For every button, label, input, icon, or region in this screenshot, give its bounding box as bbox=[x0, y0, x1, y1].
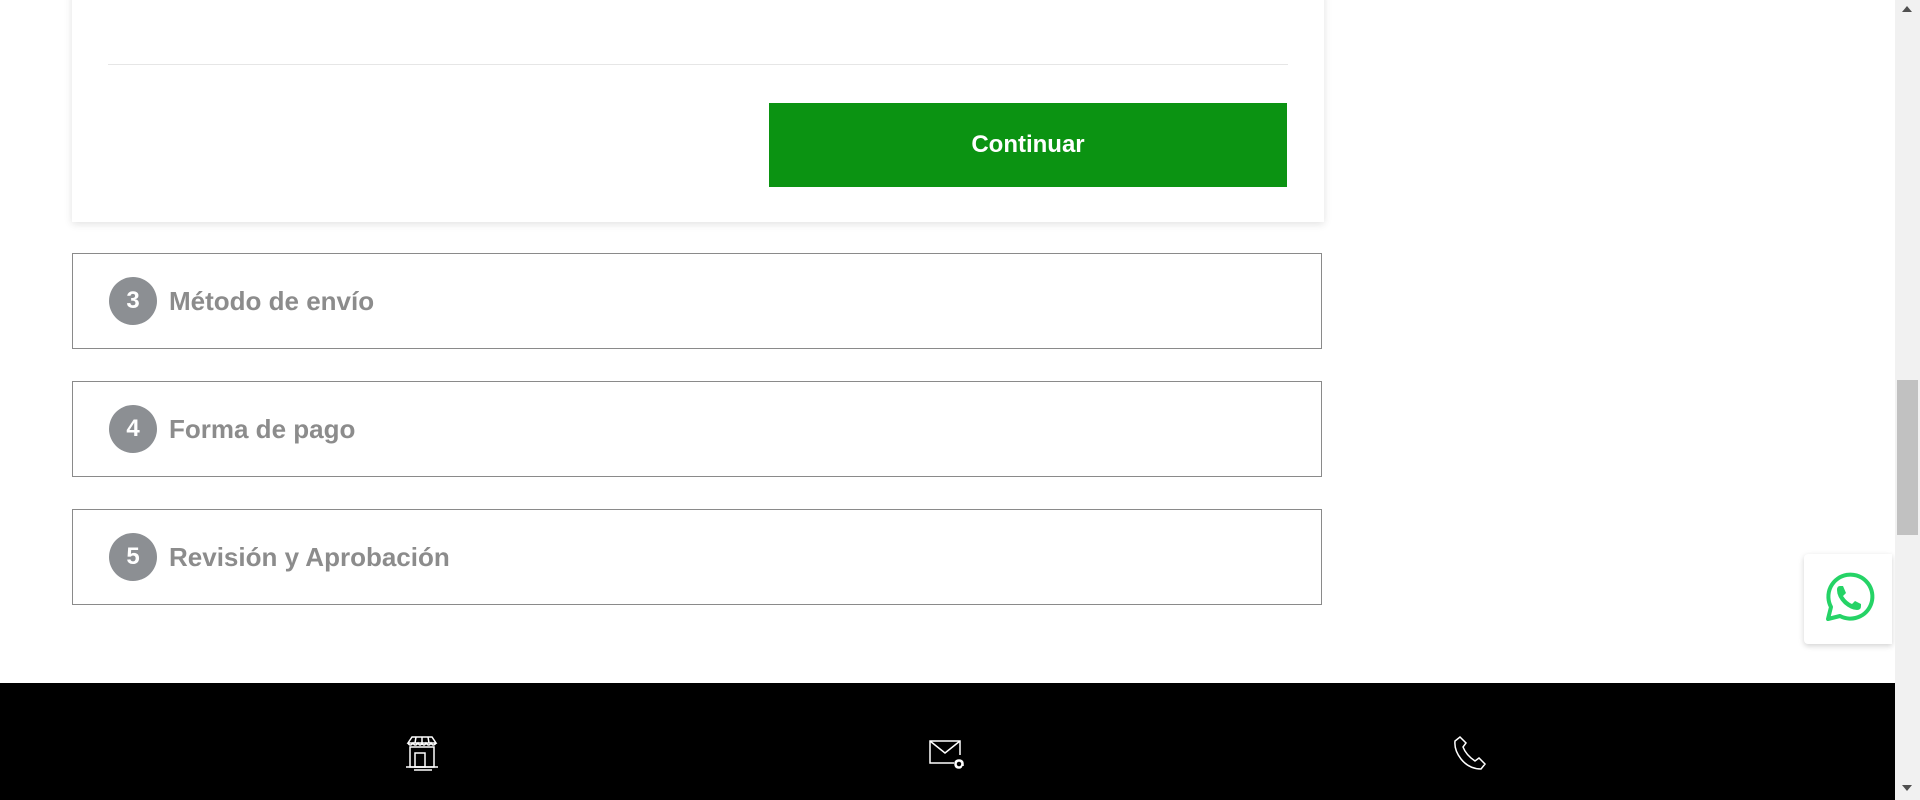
card-divider bbox=[108, 64, 1288, 65]
scroll-thumb[interactable] bbox=[1897, 380, 1918, 535]
checkout-page: Continuar 3 Método de envío 4 Forma de p… bbox=[0, 0, 1920, 800]
footer bbox=[0, 683, 1895, 800]
step-number-badge: 4 bbox=[109, 405, 157, 453]
address-step-card: Continuar bbox=[72, 0, 1324, 222]
step-payment-method[interactable]: 4 Forma de pago bbox=[72, 381, 1322, 477]
whatsapp-icon bbox=[1820, 569, 1876, 630]
step-title: Método de envío bbox=[169, 285, 375, 316]
scroll-down-arrow-icon[interactable] bbox=[1902, 785, 1912, 791]
page-scrollbar[interactable] bbox=[1895, 0, 1920, 800]
step-number-badge: 3 bbox=[109, 277, 157, 325]
step-title: Forma de pago bbox=[169, 413, 356, 444]
step-shipping-method[interactable]: 3 Método de envío bbox=[72, 253, 1322, 349]
step-title: Revisión y Aprobación bbox=[169, 541, 450, 572]
store-icon[interactable] bbox=[402, 733, 442, 773]
step-review-approval[interactable]: 5 Revisión y Aprobación bbox=[72, 509, 1322, 605]
step-number-badge: 5 bbox=[109, 533, 157, 581]
whatsapp-button[interactable] bbox=[1804, 554, 1892, 644]
phone-icon[interactable] bbox=[1451, 733, 1491, 773]
scroll-up-arrow-icon[interactable] bbox=[1902, 6, 1912, 12]
continue-button[interactable]: Continuar bbox=[769, 103, 1287, 187]
mail-icon[interactable] bbox=[926, 733, 966, 773]
